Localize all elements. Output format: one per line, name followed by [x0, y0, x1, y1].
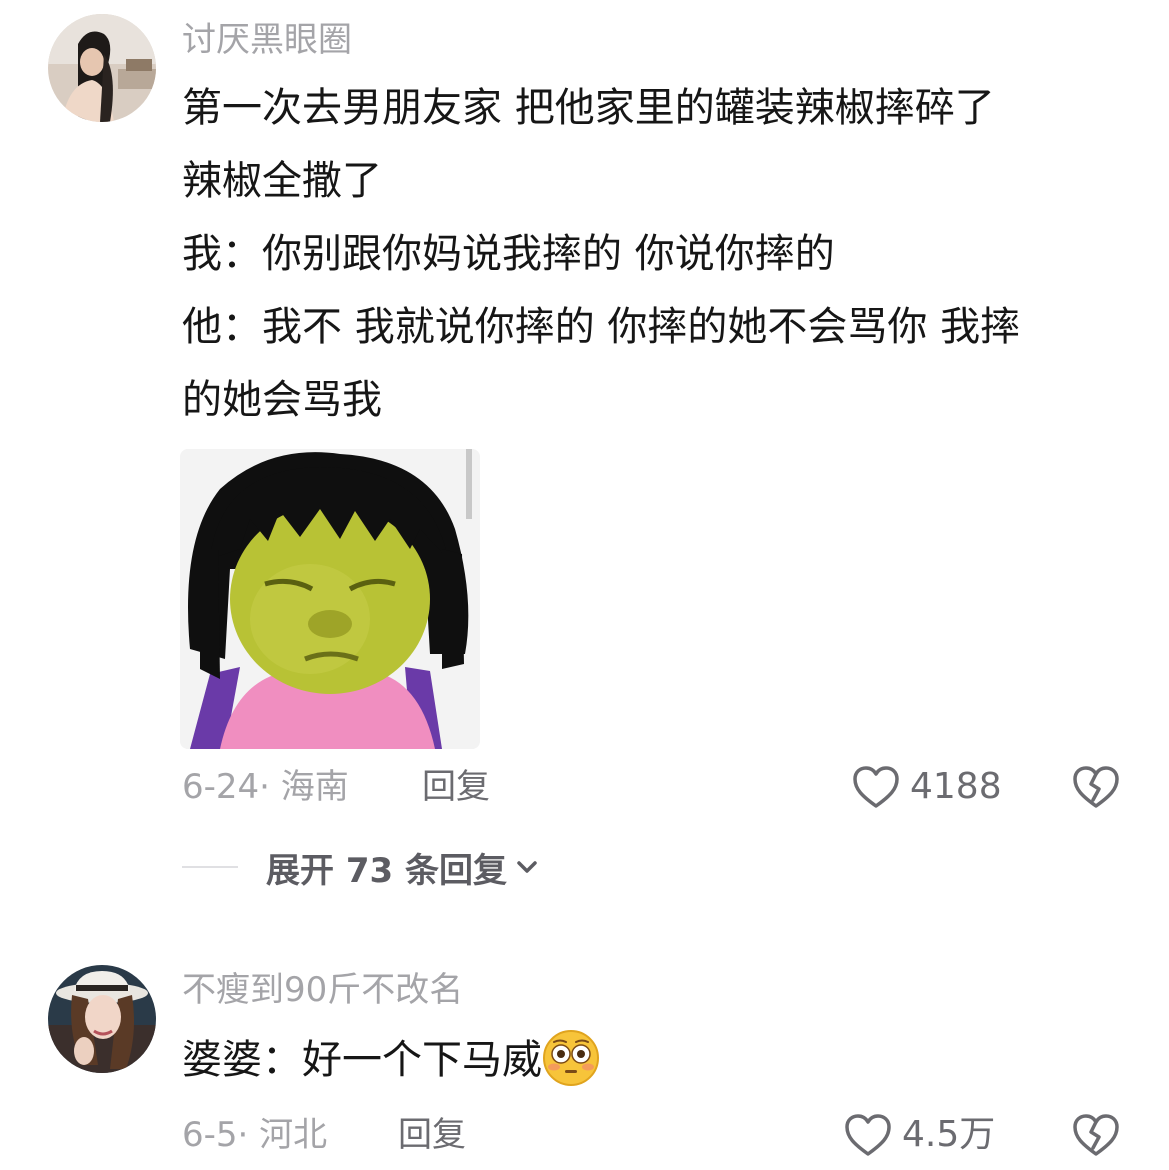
comment-text-content: 婆婆：好一个下马威 [182, 1037, 542, 1083]
comment-meta: 6-5· 河北 回复 4.5万 [182, 1110, 1129, 1160]
comment-text-line: 的她会骂我 [182, 377, 382, 423]
like-button[interactable]: 4188 [852, 762, 1002, 812]
date-location: 6-5· 河北 [182, 1115, 328, 1155]
comment-text-line: 我：你别跟你妈说我摔的 你说你摔的 [182, 231, 835, 277]
flushed-face-emoji-icon [542, 1029, 600, 1087]
expand-replies-label: 展开 73 条回复 [266, 850, 507, 891]
comment-text: 婆婆：好一个下马威 [182, 1024, 1122, 1097]
comment-text-line: 他：我不 我就说你摔的 你摔的她不会骂你 我摔 [182, 304, 1021, 350]
avatar-photo-icon [48, 14, 156, 122]
reply-button[interactable]: 回复 [422, 762, 490, 812]
comment-item: 讨厌黑眼圈 第一次去男朋友家 把他家里的罐装辣椒摔碎了 辣椒全撒了 我：你别跟你… [0, 0, 1169, 930]
heart-icon [845, 1114, 891, 1156]
expand-replies-button[interactable]: 展开 73 条回复 [182, 842, 539, 892]
comment-text-line: 第一次去男朋友家 把他家里的罐装辣椒摔碎了 [182, 85, 995, 131]
like-button[interactable]: 4.5万 [844, 1110, 995, 1160]
avatar-photo-icon [48, 965, 156, 1073]
broken-heart-icon [1073, 1114, 1119, 1156]
user-avatar[interactable] [48, 14, 156, 122]
divider-line [182, 866, 238, 868]
reply-button[interactable]: 回复 [398, 1110, 466, 1160]
chevron-down-icon [515, 859, 539, 875]
heart-icon [853, 766, 899, 808]
dislike-button[interactable] [1072, 762, 1120, 812]
comment-meta: 6-24· 海南 回复 4188 [182, 762, 1129, 812]
user-avatar[interactable] [48, 965, 156, 1073]
dislike-button[interactable] [1072, 1110, 1120, 1160]
username[interactable]: 不瘦到90斤不改名 [182, 970, 463, 1010]
like-count: 4.5万 [902, 1114, 996, 1155]
username[interactable]: 讨厌黑眼圈 [182, 20, 352, 60]
comment-text-line: 辣椒全撒了 [182, 158, 382, 204]
like-count: 4188 [910, 766, 1002, 807]
green-face-girl-sticker-icon [180, 449, 480, 749]
broken-heart-icon [1073, 766, 1119, 808]
date-location: 6-24· 海南 [182, 767, 349, 807]
comment-item: 不瘦到90斤不改名 婆婆：好一个下马威 6-5· 河北 回复 4.5万 [0, 930, 1169, 1170]
comment-text: 第一次去男朋友家 把他家里的罐装辣椒摔碎了 辣椒全撒了 我：你别跟你妈说我摔的 … [182, 72, 1122, 437]
sticker-image[interactable] [180, 449, 480, 749]
comment-text-line: 婆婆：好一个下马威 [182, 1024, 1122, 1097]
